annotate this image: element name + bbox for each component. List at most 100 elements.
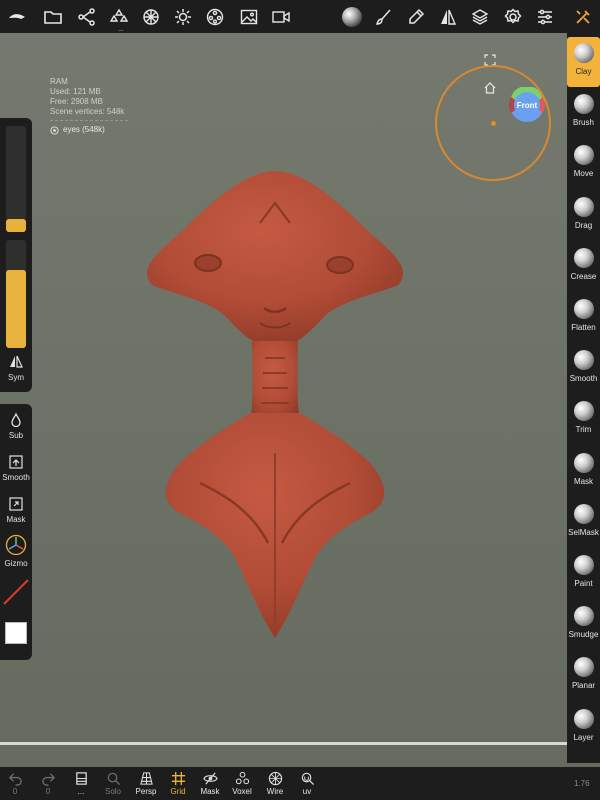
smooth-toggle[interactable]: Smooth [0, 454, 32, 482]
wireframe-button[interactable]: Wire [260, 771, 290, 796]
tool-smooth[interactable]: Smooth [567, 344, 600, 394]
voxel-button[interactable]: Voxel [227, 771, 257, 796]
tool-mask[interactable]: Mask [567, 447, 600, 497]
flatten-tool-icon [573, 299, 594, 319]
drop-icon [11, 412, 21, 428]
solo-button[interactable]: Solo [98, 771, 128, 796]
brush-tool-icon [573, 94, 594, 114]
tool-label: Move [573, 169, 594, 178]
undo-icon [8, 773, 22, 786]
material-sphere-icon[interactable] [140, 6, 162, 28]
tool-label: Trim [575, 425, 592, 434]
grid-icon [171, 771, 185, 786]
sub-toggle[interactable]: Sub [0, 412, 32, 440]
sculpt-model[interactable] [140, 163, 410, 643]
sub-label: Sub [8, 431, 24, 440]
trim-tool-icon [573, 401, 594, 421]
smooth-label: Smooth [2, 473, 30, 482]
ram-label: RAM [50, 77, 68, 86]
tool-flatten[interactable]: Flatten [567, 293, 600, 343]
radius-slider[interactable] [6, 126, 26, 232]
clay-tool-icon [573, 43, 594, 63]
mask-bottom-label: Mask [200, 787, 220, 796]
tool-label: Smooth [569, 374, 598, 383]
scene-stats: RAM Used: 121 MB Free: 2908 MB Scene ver… [50, 77, 128, 135]
scene-graph-icon[interactable] [76, 6, 98, 28]
logo-icon[interactable] [6, 6, 28, 28]
symmetry-icon [10, 355, 23, 368]
crease-tool-icon [573, 248, 594, 268]
sliders-icon[interactable] [534, 6, 556, 28]
voxel-label: Voxel [232, 787, 252, 796]
3d-viewport[interactable]: RAM Used: 121 MB Free: 2908 MB Scene ver… [0, 33, 600, 767]
tool-layer[interactable]: Layer [567, 703, 600, 753]
light-icon[interactable] [172, 6, 194, 28]
voxel-icon [235, 771, 249, 785]
redo-button[interactable]: 0 [33, 771, 63, 796]
tool-smudge[interactable]: Smudge [567, 600, 600, 650]
paint-color-swatch[interactable] [5, 622, 27, 644]
mask-toggle[interactable]: Mask [0, 496, 32, 524]
ram-free: Free: 2908 MB [50, 97, 103, 106]
solo-search-icon [107, 772, 120, 786]
tool-brush[interactable]: Brush [567, 88, 600, 138]
symmetry-toggle[interactable]: Sym [0, 354, 32, 382]
tool-label: Planar [571, 681, 596, 690]
stroke-color-swatch[interactable] [2, 578, 30, 606]
grid-button[interactable]: Grid [163, 771, 193, 796]
tool-clay[interactable]: Clay [567, 37, 600, 87]
layer-tool-icon [573, 709, 594, 729]
perspective-icon [139, 772, 153, 785]
scene-vertices: Scene vertices: 548k [50, 107, 125, 116]
tool-options-panel: Sub Smooth Mask Gizmo [0, 404, 32, 660]
persp-label: Persp [135, 787, 157, 796]
brush-icon[interactable] [373, 6, 395, 28]
mirror-icon[interactable] [437, 6, 459, 28]
folder-icon[interactable] [42, 6, 64, 28]
undo-button[interactable]: 0 [0, 771, 30, 796]
image-icon[interactable] [238, 6, 260, 28]
symmetry-label: Sym [8, 373, 24, 382]
mesh-sphere-icon [50, 125, 59, 135]
mask-visibility-button[interactable]: Mask [195, 771, 225, 796]
mesh-entry[interactable]: eyes (548k) [50, 125, 128, 135]
tool-paint[interactable]: Paint [567, 549, 600, 599]
perspective-button[interactable]: Persp [131, 771, 161, 796]
radius-slider-fill [6, 219, 26, 232]
tool-crease[interactable]: Crease [567, 242, 600, 292]
fullscreen-icon[interactable] [484, 53, 496, 66]
redo-icon [41, 773, 55, 786]
pen-icon[interactable] [405, 6, 427, 28]
layers-icon[interactable] [469, 6, 491, 28]
tool-label: Paint [574, 579, 593, 588]
tool-selmask[interactable]: SelMask [567, 498, 600, 548]
history-stack-button[interactable]: ... [66, 771, 96, 796]
mesh-name: eyes (548k) [63, 125, 105, 134]
tool-label: SelMask [568, 528, 599, 537]
uv-button[interactable]: uv [292, 771, 322, 796]
tool-label: Layer [573, 733, 594, 742]
bottom-toolbar: 0 0 ... Solo Persp Grid Mask Voxel Wire … [0, 767, 600, 800]
tool-drag[interactable]: Drag [567, 191, 600, 241]
undo-count: 0 [12, 787, 18, 796]
settings-gear-icon[interactable] [502, 6, 524, 28]
video-icon[interactable] [270, 6, 292, 28]
solo-label: Solo [104, 787, 121, 796]
eye-mask-icon [202, 772, 218, 785]
gizmo-icon [5, 534, 27, 556]
tool-planar[interactable]: Planar [567, 651, 600, 701]
gizmo-toggle[interactable]: Gizmo [0, 534, 32, 568]
app-version: 1.76 [574, 779, 590, 788]
mask-label: Mask [6, 515, 26, 524]
tools-icon[interactable] [572, 6, 594, 28]
tool-trim[interactable]: Trim [567, 395, 600, 445]
smooth-tool-icon [573, 350, 594, 370]
film-reel-icon[interactable] [204, 6, 226, 28]
intensity-slider[interactable] [6, 240, 26, 348]
redo-count: 0 [45, 787, 51, 796]
tool-move[interactable]: Move [567, 139, 600, 189]
tool-label: Crease [570, 272, 597, 281]
tool-label: Brush [573, 118, 594, 127]
material-ball-icon[interactable] [340, 5, 364, 29]
drag-tool-icon [573, 197, 594, 217]
